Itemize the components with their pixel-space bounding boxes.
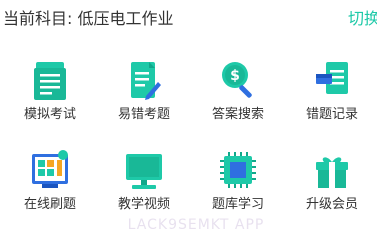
menu-item-label: 升级会员: [305, 197, 358, 212]
menu-item-online-practice[interactable]: 在线刷题: [3, 150, 97, 222]
edit-document-icon: [124, 60, 164, 102]
menu-item-label: 易错考题: [117, 107, 170, 122]
chip-study-icon: [218, 150, 258, 192]
menu-item-question-bank-study[interactable]: 题库学习: [191, 150, 285, 222]
search-money-icon: $: [218, 60, 258, 102]
feature-grid: 模拟考试 易错考题 $ 答案搜索 错题记录 在线刷题 教学视频 题库学习 升级会…: [0, 0, 377, 247]
svg-text:$: $: [230, 68, 240, 84]
menu-item-label: 错题记录: [305, 107, 358, 122]
menu-item-label: 在线刷题: [23, 197, 76, 212]
menu-item-answer-search[interactable]: $ 答案搜索: [191, 60, 285, 132]
menu-item-teaching-videos[interactable]: 教学视频: [97, 150, 191, 222]
menu-item-error-prone-questions[interactable]: 易错考题: [97, 60, 191, 132]
monitor-video-icon: [124, 150, 164, 192]
exam-paper-icon: [30, 60, 70, 102]
menu-item-mock-exam[interactable]: 模拟考试: [3, 60, 97, 132]
menu-item-label: 题库学习: [211, 197, 264, 212]
menu-item-label: 教学视频: [117, 197, 170, 212]
menu-item-error-records[interactable]: 错题记录: [285, 60, 377, 132]
error-record-icon: [312, 60, 352, 102]
menu-item-upgrade-membership[interactable]: 升级会员: [285, 150, 377, 222]
app-watermark: LACK9SEMKT APP: [127, 217, 265, 233]
menu-item-label: 模拟考试: [23, 107, 76, 122]
gift-member-icon: [312, 150, 352, 192]
menu-item-label: 答案搜索: [211, 107, 264, 122]
online-practice-icon: [30, 150, 70, 192]
